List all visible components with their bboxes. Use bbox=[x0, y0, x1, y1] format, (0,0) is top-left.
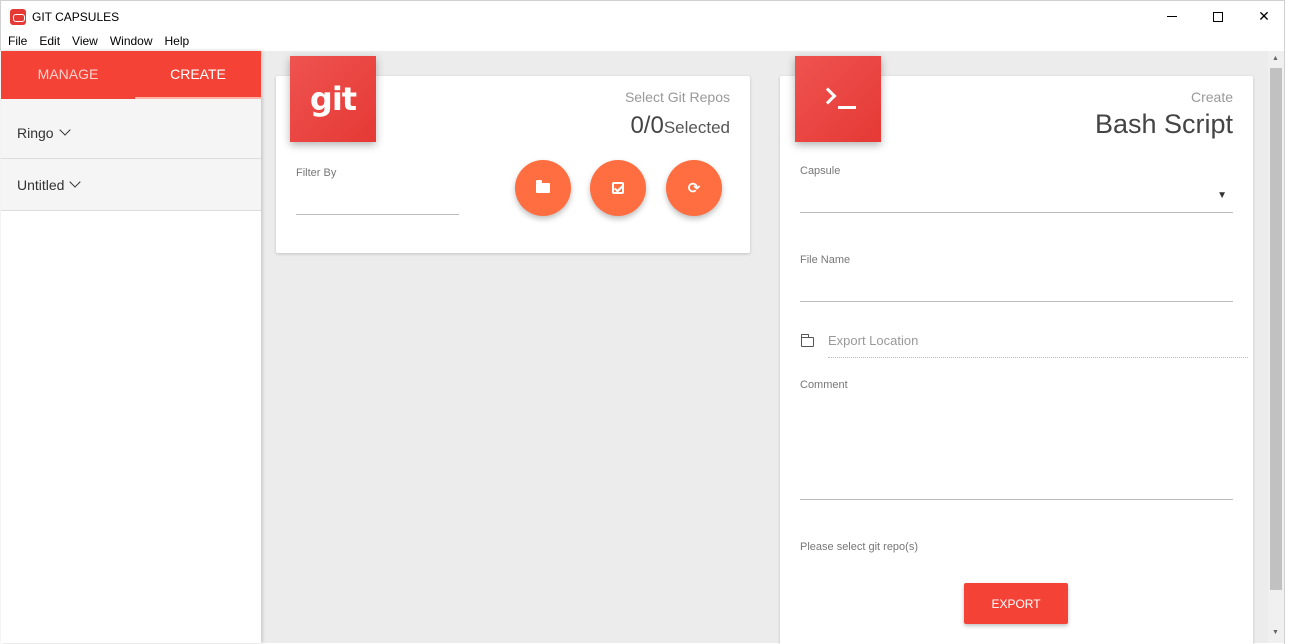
terminal-prompt-icon bbox=[818, 84, 858, 114]
scroll-thumb[interactable] bbox=[1270, 68, 1282, 590]
sidebar-item-label: Untitled bbox=[17, 176, 65, 193]
refresh-icon: ⟳ bbox=[687, 179, 701, 197]
tab-manage[interactable]: MANAGE bbox=[1, 51, 135, 99]
menu-bar: File Edit View Window Help bbox=[0, 31, 1289, 51]
close-icon: ✕ bbox=[1258, 8, 1270, 24]
sidebar-item-untitled[interactable]: Untitled bbox=[1, 159, 261, 211]
menu-file[interactable]: File bbox=[8, 31, 27, 51]
title-bar: GIT CAPSULES ✕ bbox=[0, 0, 1289, 31]
export-location-input[interactable]: Export Location bbox=[828, 333, 918, 348]
minimize-icon bbox=[1167, 16, 1177, 17]
comment-label: Comment bbox=[800, 379, 848, 391]
selected-count-value: 0/0 bbox=[630, 112, 664, 139]
maximize-button[interactable] bbox=[1195, 1, 1241, 32]
menu-edit[interactable]: Edit bbox=[39, 31, 60, 51]
select-all-button[interactable] bbox=[590, 160, 646, 216]
window-title: GIT CAPSULES bbox=[32, 10, 120, 24]
app-logo-icon bbox=[10, 9, 26, 25]
terminal-badge bbox=[795, 56, 881, 142]
tab-create[interactable]: CREATE bbox=[135, 51, 261, 99]
sidebar-spacer bbox=[1, 99, 261, 107]
file-name-input[interactable] bbox=[800, 301, 1233, 302]
git-logo-icon: git bbox=[290, 56, 376, 142]
scroll-up-icon[interactable]: ▲ bbox=[1272, 55, 1279, 62]
selected-count: 0/0Selected bbox=[630, 112, 730, 140]
minimize-button[interactable] bbox=[1149, 1, 1195, 32]
bash-script-card: Create Bash Script Capsule ▼ File Name E… bbox=[780, 76, 1253, 644]
chevron-down-icon bbox=[69, 176, 82, 188]
capsule-label: Capsule bbox=[800, 165, 841, 177]
open-folder-button[interactable] bbox=[515, 160, 571, 216]
selected-count-suffix: Selected bbox=[663, 118, 730, 137]
bash-card-title: Bash Script bbox=[1094, 109, 1233, 139]
maximize-icon bbox=[1213, 11, 1223, 22]
refresh-button[interactable]: ⟳ bbox=[666, 160, 722, 216]
dropdown-arrow-icon[interactable]: ▼ bbox=[1217, 190, 1227, 201]
menu-window[interactable]: Window bbox=[110, 31, 153, 51]
sidebar-item-ringo[interactable]: Ringo bbox=[1, 107, 261, 159]
folder-icon[interactable] bbox=[801, 334, 814, 347]
close-button[interactable]: ✕ bbox=[1241, 1, 1287, 32]
status-hint: Please select git repo(s) bbox=[800, 541, 918, 553]
export-location-underline bbox=[828, 357, 1248, 358]
filter-input[interactable] bbox=[296, 214, 459, 215]
app-content: MANAGE CREATE Ringo Untitled Select Git … bbox=[1, 51, 1284, 644]
window-edge bbox=[1284, 0, 1289, 644]
vertical-scrollbar[interactable]: ▲ ▼ bbox=[1268, 51, 1284, 643]
sidebar-item-label: Ringo bbox=[17, 124, 54, 141]
chevron-down-icon bbox=[58, 124, 71, 136]
export-button[interactable]: EXPORT bbox=[964, 583, 1068, 624]
folder-open-icon bbox=[536, 180, 550, 193]
capsule-select[interactable] bbox=[800, 212, 1233, 213]
bash-card-caption: Create bbox=[1190, 89, 1233, 105]
comment-textarea[interactable] bbox=[800, 499, 1233, 500]
sidebar: MANAGE CREATE Ringo Untitled bbox=[1, 51, 261, 643]
check-square-icon bbox=[612, 182, 624, 194]
sidebar-tabs: MANAGE CREATE bbox=[1, 51, 261, 99]
menu-view[interactable]: View bbox=[72, 31, 98, 51]
menu-help[interactable]: Help bbox=[165, 31, 190, 51]
file-name-label: File Name bbox=[800, 254, 851, 266]
scroll-down-icon[interactable]: ▼ bbox=[1272, 629, 1279, 636]
filter-label: Filter By bbox=[296, 167, 337, 179]
git-card-caption: Select Git Repos bbox=[624, 89, 730, 105]
